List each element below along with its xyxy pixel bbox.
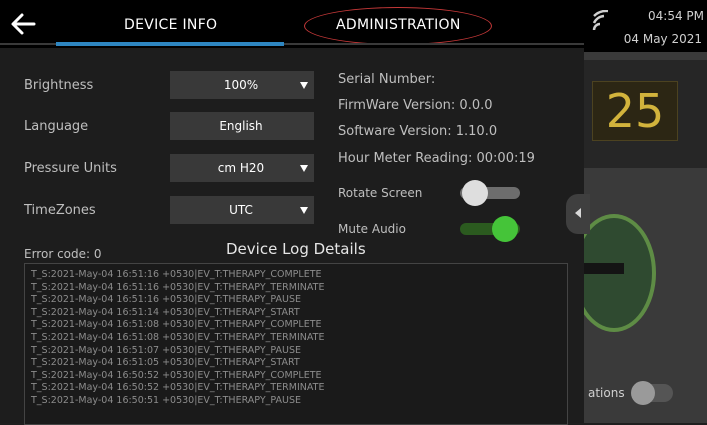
pressure-units-value: cm H20 bbox=[217, 161, 265, 175]
language-label: Language bbox=[24, 119, 89, 134]
toggle-knob bbox=[492, 216, 518, 242]
wifi-icon bbox=[592, 10, 609, 31]
clock-date: 04 May 2021 bbox=[623, 32, 702, 46]
toggle-knob bbox=[462, 180, 488, 206]
timezones-select[interactable]: UTC bbox=[170, 196, 314, 224]
brightness-value: 100% bbox=[223, 78, 259, 92]
dropdown-caret-icon bbox=[300, 207, 308, 214]
background-screen: 04:54 PM 04 May 2021 25 ations bbox=[572, 0, 707, 423]
notifications-label: ations bbox=[588, 386, 625, 400]
side-drawer-handle[interactable] bbox=[566, 194, 590, 234]
log-entry: T_S:2021-May-04 16:51:08 +0530|EV_T:THER… bbox=[31, 331, 325, 343]
panel-header: DEVICE INFO ADMINISTRATION bbox=[0, 0, 584, 48]
serial-number: Serial Number: bbox=[338, 72, 436, 87]
brightness-label: Brightness bbox=[24, 78, 94, 93]
status-bar: 04:54 PM 04 May 2021 bbox=[584, 0, 707, 52]
pressure-units-select[interactable]: cm H20 bbox=[170, 154, 314, 182]
circle-bar-icon bbox=[584, 263, 624, 274]
rotate-screen-label: Rotate Screen bbox=[338, 186, 423, 200]
error-code: Error code: 0 bbox=[24, 247, 102, 261]
back-arrow-icon[interactable] bbox=[10, 12, 36, 36]
pressure-units-label: Pressure Units bbox=[24, 161, 117, 176]
dropdown-caret-icon bbox=[300, 82, 308, 89]
language-value: English bbox=[219, 119, 263, 133]
rotate-screen-toggle[interactable] bbox=[460, 180, 520, 206]
mute-audio-label: Mute Audio bbox=[338, 222, 406, 236]
big-value-display: 25 bbox=[592, 81, 678, 141]
chevron-left-icon bbox=[575, 208, 581, 218]
timezones-value: UTC bbox=[229, 203, 253, 217]
log-entry: T_S:2021-May-04 16:51:16 +0530|EV_T:THER… bbox=[31, 269, 322, 280]
log-entry: T_S:2021-May-04 16:51:14 +0530|EV_T:THER… bbox=[31, 306, 300, 318]
mute-audio-toggle[interactable] bbox=[460, 216, 520, 242]
log-entry: T_S:2021-May-04 16:50:51 +0530|EV_T:THER… bbox=[31, 394, 301, 406]
log-entry: T_S:2021-May-04 16:51:05 +0530|EV_T:THER… bbox=[31, 357, 300, 369]
tab-administration[interactable]: ADMINISTRATION bbox=[336, 17, 461, 33]
brightness-select[interactable]: 100% bbox=[170, 71, 314, 99]
notifications-toggle[interactable] bbox=[631, 381, 673, 405]
log-entry: T_S:2021-May-04 16:50:52 +0530|EV_T:THER… bbox=[31, 369, 322, 381]
log-entry: T_S:2021-May-04 16:50:52 +0530|EV_T:THER… bbox=[31, 382, 325, 394]
device-log-box[interactable]: T_S:2021-May-04 16:51:16 +0530|EV_T:THER… bbox=[24, 263, 568, 425]
firmware-version: FirmWare Version: 0.0.0 bbox=[338, 98, 493, 113]
clock-time: 04:54 PM bbox=[648, 9, 704, 23]
device-info-panel: DEVICE INFO ADMINISTRATION Brightness 10… bbox=[0, 0, 590, 425]
tab-device-info[interactable]: DEVICE INFO bbox=[124, 17, 217, 33]
active-tab-indicator bbox=[56, 42, 284, 46]
log-entry: T_S:2021-May-04 16:51:16 +0530|EV_T:THER… bbox=[31, 294, 301, 306]
hour-meter-reading: Hour Meter Reading: 00:00:19 bbox=[338, 151, 535, 166]
language-select[interactable]: English bbox=[170, 112, 314, 140]
log-list: T_S:2021-May-04 16:51:16 +0530|EV_T:THER… bbox=[31, 269, 324, 408]
log-entry: T_S:2021-May-04 16:51:16 +0530|EV_T:THER… bbox=[31, 281, 325, 293]
log-entry: T_S:2021-May-04 16:51:07 +0530|EV_T:THER… bbox=[31, 344, 301, 356]
log-entry: T_S:2021-May-04 16:51:08 +0530|EV_T:THER… bbox=[31, 319, 322, 331]
dropdown-caret-icon bbox=[300, 165, 308, 172]
log-title: Device Log Details bbox=[226, 240, 366, 258]
timezones-label: TimeZones bbox=[24, 203, 96, 218]
software-version: Software Version: 1.10.0 bbox=[338, 124, 498, 139]
